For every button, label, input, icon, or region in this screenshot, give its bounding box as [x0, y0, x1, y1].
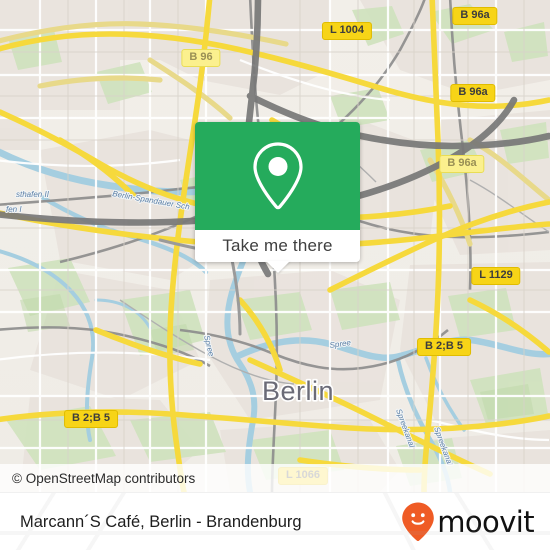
take-me-there-button[interactable]: Take me there: [195, 230, 360, 262]
moovit-brand-logo[interactable]: moovit: [401, 501, 550, 543]
road-shield[interactable]: L 1004: [321, 22, 373, 40]
place-title: Marcann´S Café, Berlin - Brandenburg: [20, 512, 302, 531]
road-shield-label: L 1004: [321, 22, 373, 40]
map-attribution-text: © OpenStreetMap contributors: [12, 470, 196, 486]
map-pin-icon: [252, 142, 303, 210]
road-shield[interactable]: B 2;B 5: [417, 338, 471, 356]
road-shield[interactable]: B 96: [181, 49, 221, 67]
moovit-smiley-pin-icon: [402, 502, 435, 542]
road-shield[interactable]: B 2;B 5: [64, 410, 118, 428]
road-shield-label: B 96a: [439, 155, 485, 173]
road-shield[interactable]: B 96a: [450, 84, 496, 102]
callout-pointer: [265, 261, 290, 273]
road-shield-label: B 96: [181, 49, 221, 67]
road-shield-label: B 2;B 5: [417, 338, 471, 356]
callout-icon-area: [195, 122, 360, 230]
road-shield[interactable]: L 1129: [471, 267, 521, 285]
road-shield-label: B 2;B 5: [64, 410, 118, 428]
moovit-place-screenshot: sthafen II fen I Berlin-Spandauer Sch Sp…: [0, 0, 550, 550]
road-shield-label: B 96a: [450, 84, 496, 102]
take-me-there-label: Take me there: [222, 236, 333, 255]
map-water-label: sthafen II: [16, 190, 50, 199]
map-city-label: Berlin: [262, 376, 334, 406]
road-shield-label: L 1129: [471, 267, 521, 285]
road-shield[interactable]: B 96a: [452, 7, 498, 25]
footer-bar: Marcann´S Café, Berlin - Brandenburg moo…: [0, 492, 550, 550]
road-shield-label: B 96a: [452, 7, 498, 25]
moovit-wordmark: moovit: [437, 505, 534, 539]
road-shield[interactable]: B 96a: [439, 155, 485, 173]
take-me-there-callout[interactable]: Take me there: [195, 122, 360, 273]
map-attribution-bar: © OpenStreetMap contributors: [0, 464, 550, 492]
map-water-label: fen I: [6, 205, 22, 214]
